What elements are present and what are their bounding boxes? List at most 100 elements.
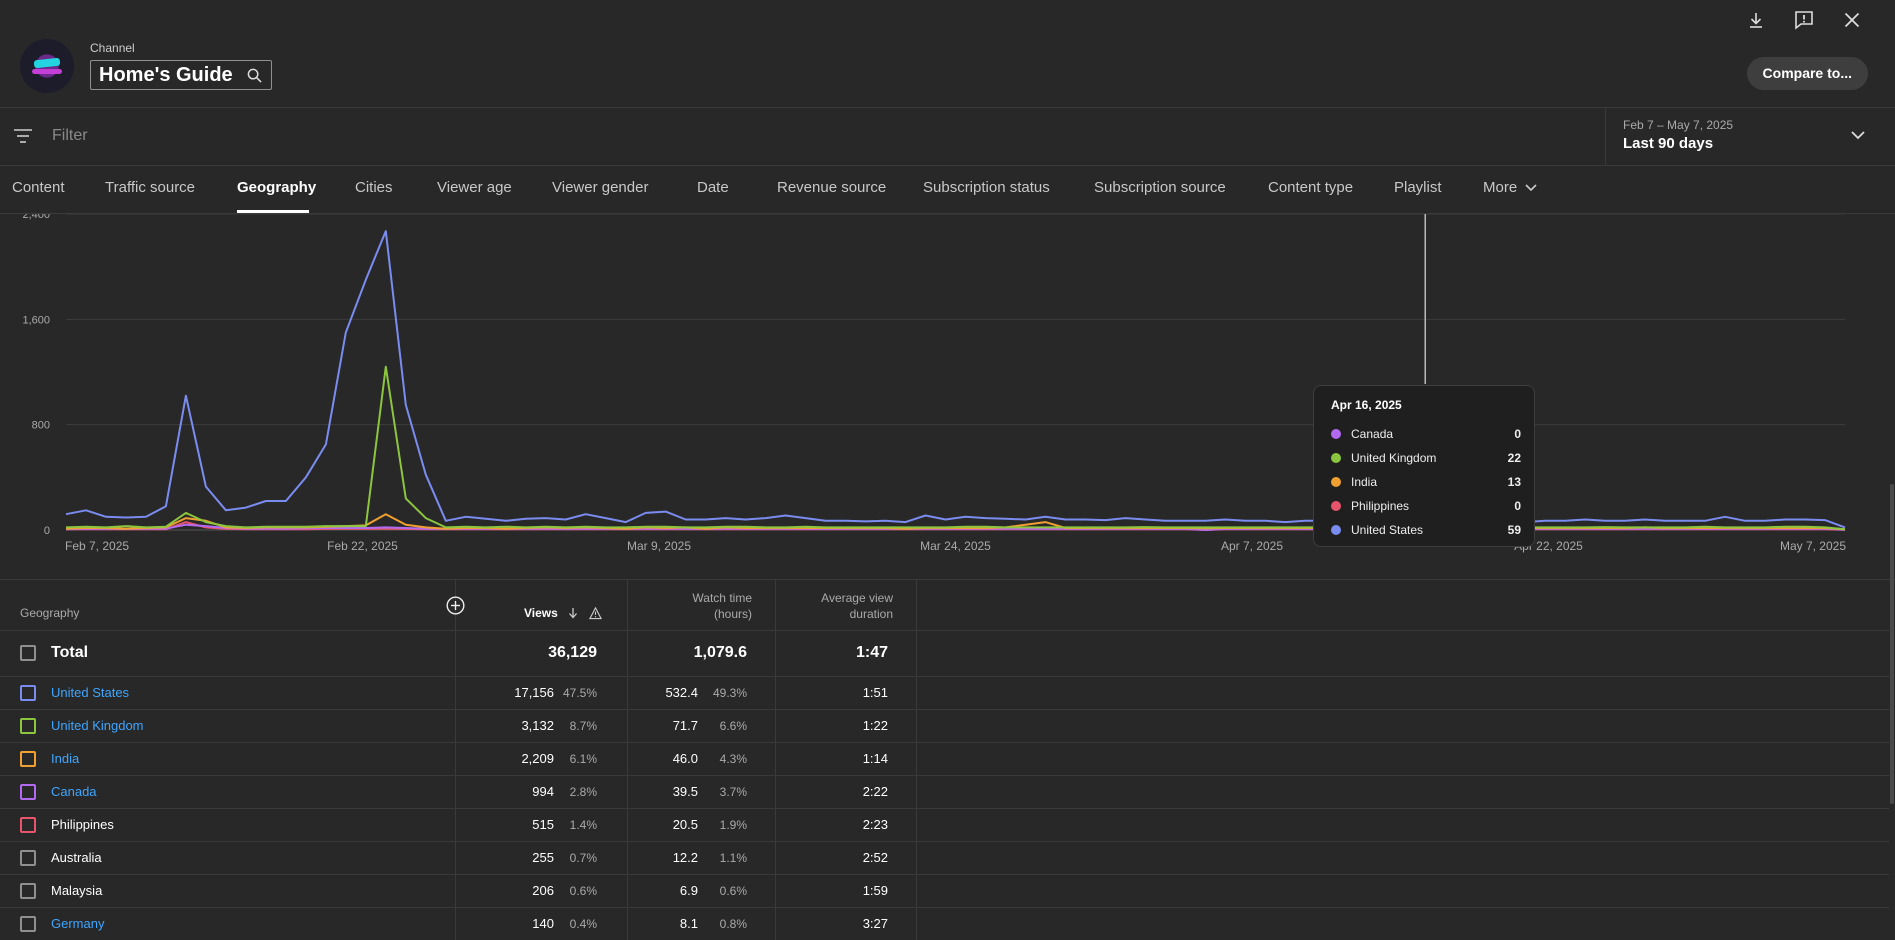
tooltip-row: United States 59 (1331, 522, 1521, 538)
watch-time-value: 12.2 (672, 850, 698, 865)
table-row: Malaysia 206 0.6% 6.9 0.6% 1:59 (0, 874, 1889, 907)
tab-revenue-source[interactable]: Revenue source (777, 179, 886, 196)
watch-time-percent: 0.6% (719, 884, 747, 898)
country-name[interactable]: India (51, 751, 79, 766)
views-percent: 47.5% (562, 686, 597, 700)
total-row: Total 36,129 1,079.6 1:47 (0, 630, 1889, 676)
tab-content[interactable]: Content (12, 179, 65, 196)
tooltip-value: 22 (1507, 451, 1521, 465)
avg-duration-value: 1:14 (862, 751, 888, 766)
watch-time-percent: 1.1% (719, 851, 747, 865)
warning-icon[interactable] (589, 607, 602, 620)
feedback-icon[interactable] (1791, 8, 1817, 32)
tab-geography[interactable]: Geography (237, 179, 316, 196)
views-value: 140 (532, 916, 554, 931)
row-checkbox[interactable] (20, 817, 36, 833)
watch-time-header-line1: Watch time (692, 591, 752, 605)
sort-down-icon[interactable] (567, 607, 579, 619)
search-icon[interactable] (247, 68, 262, 83)
views-value: 255 (532, 850, 554, 865)
chart-tooltip: Apr 16, 2025 Canada 0 United Kingdom 22 … (1313, 385, 1535, 547)
country-name[interactable]: Germany (51, 916, 104, 931)
legend-dot (1331, 477, 1341, 487)
total-views: 36,129 (548, 644, 597, 661)
table-row: Canada 994 2.8% 39.5 3.7% 2:22 (0, 775, 1889, 808)
channel-name: Home's Guide (99, 64, 233, 86)
compare-button[interactable]: Compare to... (1746, 57, 1868, 90)
tooltip-country: United Kingdom (1351, 451, 1437, 465)
tooltip-date: Apr 16, 2025 (1331, 398, 1402, 412)
row-checkbox[interactable] (20, 916, 36, 932)
add-column-icon[interactable] (446, 596, 465, 615)
series-line-united-kingdom[interactable] (65, 365, 1846, 531)
total-avg-duration: 1:47 (855, 644, 888, 661)
tab-traffic-source[interactable]: Traffic source (105, 179, 195, 196)
avd-header-line2: duration (849, 607, 893, 621)
country-name: Malaysia (51, 883, 103, 898)
filter-input[interactable]: Filter (52, 127, 88, 145)
x-tick-label: Mar 24, 2025 (920, 539, 991, 553)
filter-icon[interactable] (14, 129, 32, 143)
channel-selector[interactable]: Home's Guide (90, 60, 272, 90)
views-percent: 2.8% (569, 785, 597, 799)
date-range-label: Last 90 days (1623, 135, 1714, 152)
views-header[interactable]: Views (524, 606, 558, 620)
watch-time-percent: 4.3% (719, 752, 747, 766)
avg-view-duration-header[interactable]: Average view duration (821, 590, 893, 622)
analytics-app: Channel Home's Guide Compare to... Filte… (0, 0, 1895, 940)
tooltip-row: Canada 0 (1331, 426, 1521, 442)
country-name[interactable]: United States (51, 685, 129, 700)
date-range-text: Feb 7 – May 7, 2025 (1623, 118, 1734, 132)
tab-viewer-age[interactable]: Viewer age (437, 179, 512, 196)
country-name[interactable]: Canada (51, 784, 97, 799)
table-row: India 2,209 6.1% 46.0 4.3% 1:14 (0, 742, 1889, 775)
y-tick-label: 1,600 (22, 314, 50, 326)
x-tick-label: Feb 7, 2025 (65, 539, 129, 553)
close-icon[interactable] (1839, 8, 1865, 32)
active-tab-indicator (237, 210, 309, 213)
chevron-down-icon (1851, 131, 1865, 140)
row-checkbox[interactable] (20, 784, 36, 800)
tooltip-value: 59 (1507, 523, 1521, 537)
tab-viewer-gender[interactable]: Viewer gender (552, 179, 648, 196)
row-checkbox[interactable] (20, 850, 36, 866)
row-checkbox[interactable] (20, 685, 36, 701)
total-checkbox[interactable] (20, 645, 36, 661)
download-icon[interactable] (1743, 8, 1769, 32)
date-range-selector[interactable]: Feb 7 – May 7, 2025 Last 90 days (1605, 108, 1895, 165)
header: Channel Home's Guide Compare to... (0, 0, 1895, 108)
chart-svg: 0 800 1,600 2,400 Feb 7, 2025 Feb 22, 2025 Mar… (22, 214, 1846, 553)
watch-time-value: 6.9 (679, 883, 698, 898)
views-percent: 0.7% (569, 851, 597, 865)
row-checkbox[interactable] (20, 718, 36, 734)
series-line-united-states[interactable] (65, 230, 1846, 529)
avg-duration-value: 2:22 (862, 784, 888, 799)
views-percent: 6.1% (569, 752, 597, 766)
tab-subscription-source[interactable]: Subscription source (1094, 179, 1226, 196)
y-tick-label: 0 (44, 525, 50, 537)
watch-time-value: 532.4 (665, 685, 698, 700)
avg-duration-value: 1:51 (862, 685, 888, 700)
views-percent: 0.4% (569, 917, 597, 931)
tab-date[interactable]: Date (697, 179, 729, 196)
avg-duration-value: 1:22 (862, 718, 888, 733)
views-percent: 0.6% (569, 884, 597, 898)
views-percent: 1.4% (569, 818, 597, 832)
watch-time-value: 39.5 (672, 784, 698, 799)
watch-time-percent: 1.9% (719, 818, 747, 832)
tab-subscription-status[interactable]: Subscription status (923, 179, 1050, 196)
avd-header-line1: Average view (821, 591, 893, 605)
row-checkbox[interactable] (20, 751, 36, 767)
tab-content-type[interactable]: Content type (1268, 179, 1353, 196)
country-name[interactable]: United Kingdom (51, 718, 144, 733)
channel-label: Channel (90, 41, 135, 55)
table-row: Philippines 515 1.4% 20.5 1.9% 2:23 (0, 808, 1889, 841)
y-tick-label: 800 (32, 420, 50, 432)
watch-time-header[interactable]: Watch time (hours) (692, 590, 752, 622)
row-checkbox[interactable] (20, 883, 36, 899)
avg-duration-value: 2:52 (862, 850, 888, 865)
tab-more[interactable]: More (1483, 179, 1537, 196)
tab-playlist[interactable]: Playlist (1394, 179, 1442, 196)
views-percent: 8.7% (569, 719, 597, 733)
tab-cities[interactable]: Cities (355, 179, 393, 196)
